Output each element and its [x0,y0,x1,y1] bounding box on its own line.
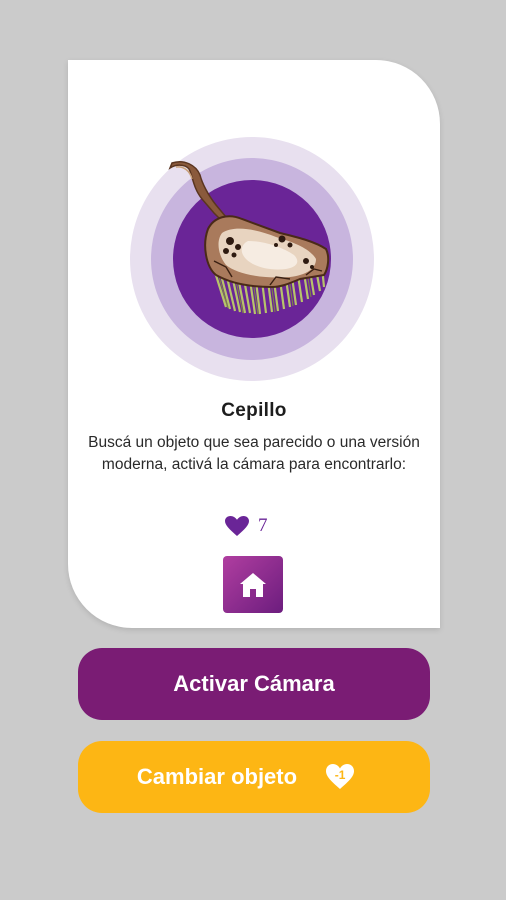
cost-heart-icon: -1 [325,763,355,791]
heart-icon [225,516,249,536]
game-screen: Cepillo Buscá un objeto que sea parecido… [0,0,506,900]
activate-camera-label: Activar Cámara [173,671,335,696]
home-button[interactable] [223,556,283,613]
lives-count: 7 [258,515,268,536]
activate-camera-button[interactable]: Activar Cámara [78,648,430,720]
home-icon [240,572,266,597]
object-title: Cepillo [221,400,287,421]
lives-indicator: 7 [224,514,268,538]
object-image-frame [130,137,374,381]
brush-illustration [168,161,330,315]
change-object-cost: -1 [334,768,346,782]
object-card: Cepillo Buscá un objeto que sea parecido… [68,60,440,628]
change-object-button[interactable]: Cambiar objeto -1 [78,741,430,813]
object-description: Buscá un objeto que sea parecido o una v… [88,434,420,473]
change-object-label: Cambiar objeto [136,764,298,789]
